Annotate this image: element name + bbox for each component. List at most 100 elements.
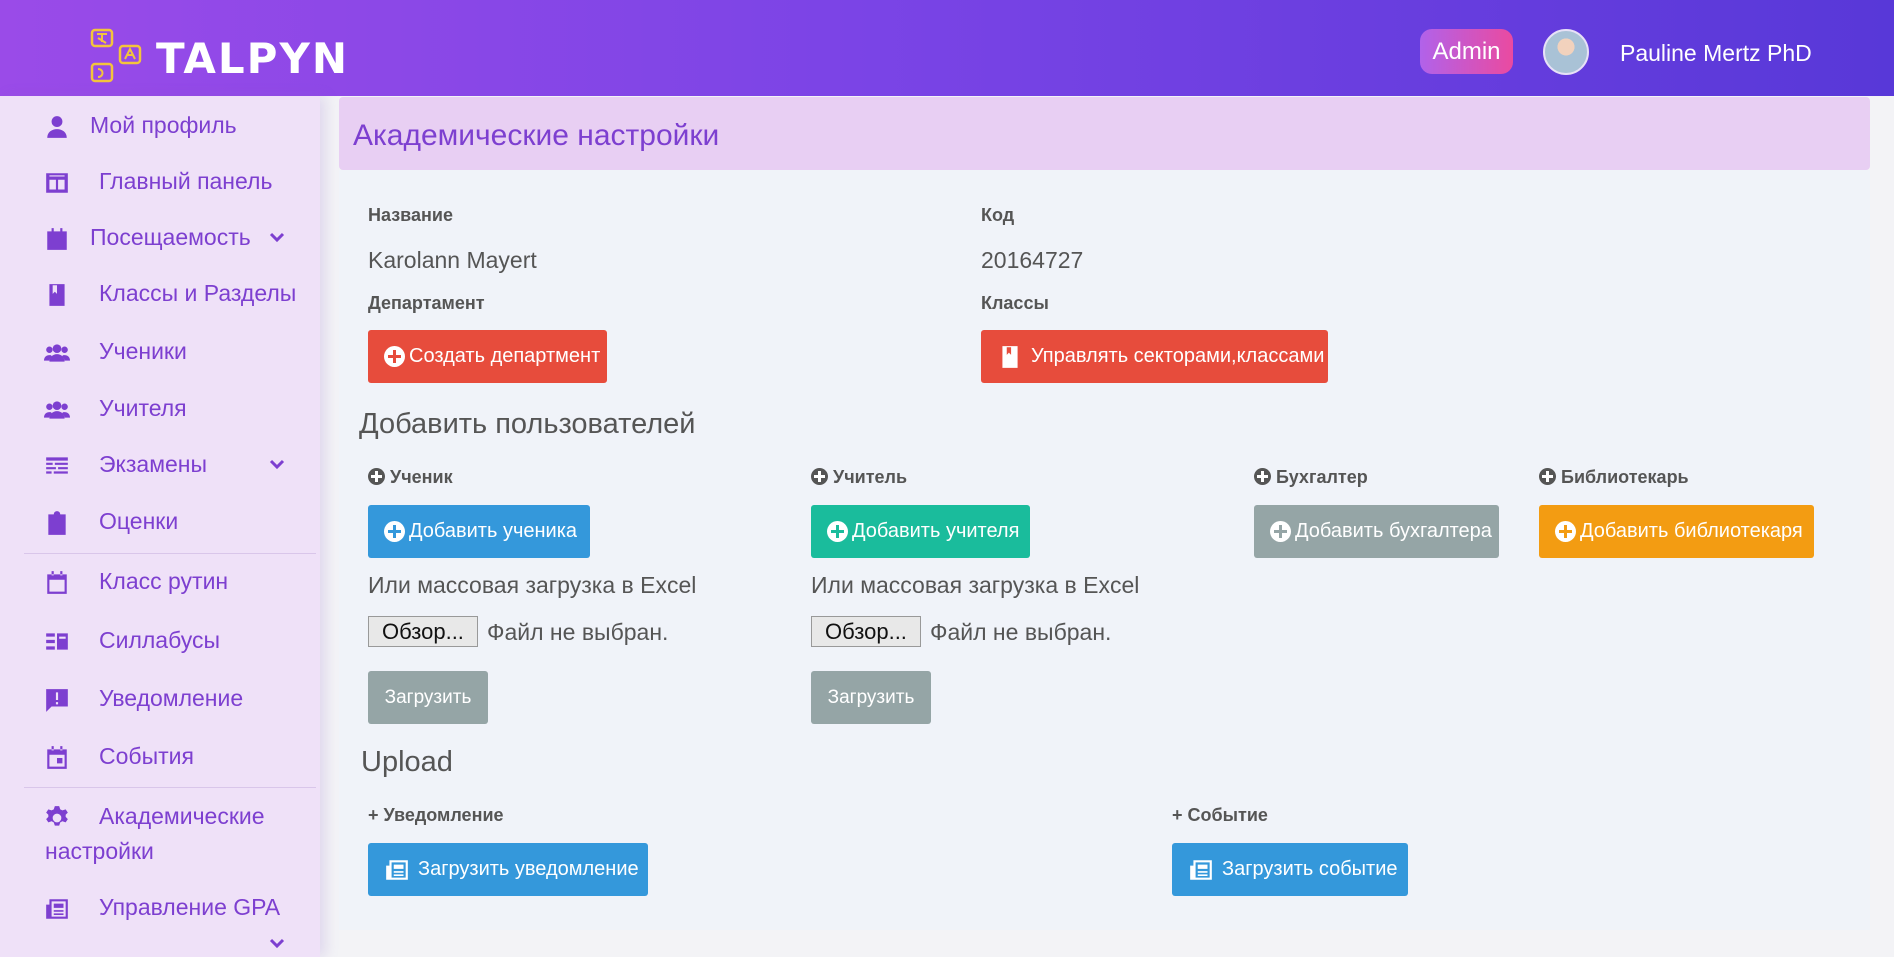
add-teacher-button[interactable]: Добавить учителя: [811, 505, 1030, 558]
sidebar-item-label: Учителя: [99, 395, 187, 421]
top-header: TALPYN Admin Pauline Mertz PhD: [0, 0, 1894, 96]
sidebar-item-profile[interactable]: Мой профиль: [0, 104, 320, 150]
student-upload-button[interactable]: Загрузить: [368, 671, 488, 724]
table-icon: [43, 452, 71, 480]
role-badge[interactable]: Admin: [1420, 29, 1513, 74]
button-label: Добавить учителя: [852, 520, 1020, 542]
calendar-blank-icon: [43, 569, 71, 597]
add-users-title: Добавить пользователей: [359, 408, 696, 440]
sidebar-item-label: Мой профиль: [90, 112, 237, 138]
add-student-button[interactable]: Добавить ученика: [368, 505, 590, 558]
sidebar-item-syllabus[interactable]: Силлабусы: [0, 619, 320, 665]
sidebar-item-label: Академические: [99, 803, 265, 829]
manage-classes-button[interactable]: Управлять секторами,классами: [981, 330, 1328, 383]
calendar-event-icon: [43, 744, 71, 772]
sidebar-divider: [24, 553, 316, 554]
sidebar-item-grades[interactable]: Оценки: [0, 500, 320, 546]
department-label: Департамент: [368, 293, 485, 313]
sidebar-item-label: Классы и Разделы: [99, 280, 297, 306]
button-label: Загрузить событие: [1222, 858, 1398, 880]
sidebar-item-label: События: [99, 743, 194, 769]
button-label: Добавить библиотекаря: [1580, 520, 1803, 542]
upload-title: Upload: [361, 746, 453, 778]
sidebar-item-label: Главный панель: [99, 168, 273, 194]
student-label: Ученик: [368, 467, 453, 488]
list-icon: [43, 628, 71, 656]
page-title: Академические настройки: [353, 119, 720, 152]
sidebar-item-label: Ученики: [99, 338, 187, 364]
dashboard-icon: [43, 169, 71, 197]
upload-event-button[interactable]: Загрузить событие: [1172, 843, 1408, 896]
sidebar-item-teachers[interactable]: Учителя: [0, 387, 320, 433]
book-icon: [997, 344, 1023, 370]
avatar[interactable]: [1543, 29, 1589, 75]
users-icon: [43, 339, 71, 367]
teacher-upload-button[interactable]: Загрузить: [811, 671, 931, 724]
users-icon: [43, 396, 71, 424]
button-label: Управлять секторами,классами: [1031, 345, 1325, 367]
sidebar-item-label: Экзамены: [99, 451, 208, 477]
librarian-label: Библиотекарь: [1539, 467, 1689, 488]
sidebar-divider: [24, 787, 316, 788]
sidebar-item-students[interactable]: Ученики: [0, 330, 320, 376]
add-accountant-button[interactable]: Добавить бухгалтера: [1254, 505, 1499, 558]
student-file-browse-button[interactable]: Обзор...: [368, 616, 478, 647]
plus-circle-icon: [384, 521, 405, 542]
code-label: Код: [981, 205, 1015, 225]
gear-icon: [43, 804, 71, 832]
chevron-down-icon[interactable]: [268, 455, 290, 477]
student-file-status: Файл не выбран.: [487, 619, 669, 645]
bulk-upload-text: Или массовая загрузка в Excel: [368, 572, 697, 598]
chevron-down-icon[interactable]: [268, 934, 290, 956]
main-panel: Название Karolann Mayert Код 20164727 Де…: [339, 170, 1870, 930]
page-title-bar: Академические настройки: [339, 97, 1870, 170]
name-label: Название: [368, 205, 453, 225]
sidebar-item-label: Оценки: [99, 508, 179, 534]
book-icon: [43, 281, 71, 309]
plus-circle-icon: [368, 468, 385, 485]
calendar-icon: [43, 225, 71, 253]
newspaper-icon: [384, 857, 410, 883]
newspaper-icon: [43, 895, 71, 923]
classes-label: Классы: [981, 293, 1049, 313]
create-department-button[interactable]: Создать департмент: [368, 330, 607, 383]
sidebar: Мой профиль Главный панель Посещаемость …: [0, 96, 320, 957]
name-value: Karolann Mayert: [368, 247, 537, 273]
sidebar-item-academic-settings[interactable]: Академические настройки: [0, 795, 320, 871]
plus-circle-icon: [811, 468, 828, 485]
plus-circle-icon: [384, 346, 405, 367]
user-icon: [43, 113, 71, 141]
newspaper-icon: [1188, 857, 1214, 883]
notice-label: + Уведомление: [368, 805, 504, 825]
sidebar-item-exams[interactable]: Экзамены: [0, 443, 320, 489]
plus-circle-icon: [1555, 521, 1576, 542]
teacher-file-status: Файл не выбран.: [930, 619, 1112, 645]
sidebar-item-gpa[interactable]: Управление GPA: [0, 886, 320, 932]
sidebar-item-label: Посещаемость: [90, 224, 251, 250]
plus-circle-icon: [1254, 468, 1271, 485]
sidebar-item-attendance[interactable]: Посещаемость: [0, 216, 320, 262]
teacher-file-browse-button[interactable]: Обзор...: [811, 616, 921, 647]
event-label: + Событие: [1172, 805, 1268, 825]
bulk-upload-text: Или массовая загрузка в Excel: [811, 572, 1140, 598]
sidebar-item-routine[interactable]: Класс рутин: [0, 560, 320, 606]
plus-circle-icon: [827, 521, 848, 542]
plus-circle-icon: [1539, 468, 1556, 485]
sidebar-item-events[interactable]: События: [0, 735, 320, 781]
brand-name: TALPYN: [156, 34, 350, 83]
button-label: Загрузить уведомление: [418, 858, 639, 880]
chevron-down-icon[interactable]: [268, 228, 290, 250]
brand-logo[interactable]: TALPYN: [90, 28, 349, 89]
accountant-label: Бухгалтер: [1254, 467, 1368, 488]
code-value: 20164727: [981, 247, 1084, 273]
add-librarian-button[interactable]: Добавить библиотекаря: [1539, 505, 1814, 558]
sidebar-item-label: Уведомление: [99, 685, 244, 711]
sidebar-item-notices[interactable]: Уведомление: [0, 677, 320, 723]
teacher-label: Учитель: [811, 467, 907, 488]
sidebar-item-label: Силлабусы: [99, 627, 221, 653]
sidebar-item-classes[interactable]: Классы и Разделы: [0, 272, 320, 318]
sidebar-item-dashboard[interactable]: Главный панель: [0, 160, 320, 206]
user-name[interactable]: Pauline Mertz PhD: [1620, 40, 1812, 67]
upload-notice-button[interactable]: Загрузить уведомление: [368, 843, 648, 896]
sidebar-item-label: Управление GPA: [99, 894, 281, 920]
